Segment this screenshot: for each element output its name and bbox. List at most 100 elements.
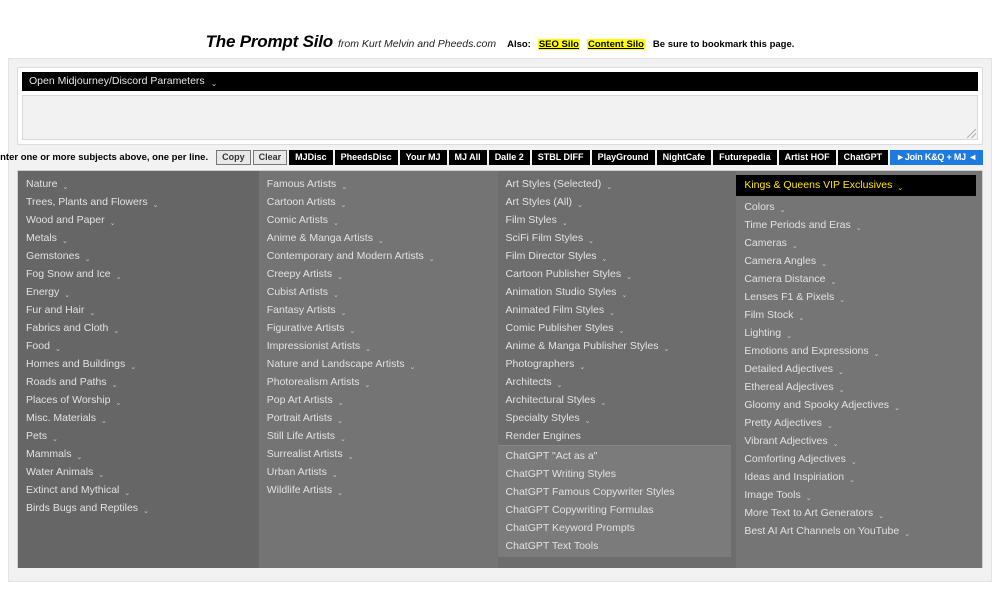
menu-item-nature[interactable]: Nature ⌄ xyxy=(18,175,259,193)
menu-item-architectural-styles[interactable]: Architectural Styles ⌄ xyxy=(498,391,737,409)
menu-item-pets[interactable]: Pets ⌄ xyxy=(18,427,259,445)
toolbar-button-join-k-q-mj[interactable]: ►Join K&Q + MJ ◄ xyxy=(890,149,983,165)
menu-item-anime-manga-publisher-styles[interactable]: Anime & Manga Publisher Styles ⌄ xyxy=(498,337,737,355)
menu-item-photorealism-artists[interactable]: Photorealism Artists ⌄ xyxy=(259,373,498,391)
menu-item-best-ai-art-channels-on-youtube[interactable]: Best AI Art Channels on YouTube ⌄ xyxy=(736,522,982,540)
menu-item-detailed-adjectives[interactable]: Detailed Adjectives ⌄ xyxy=(736,360,982,378)
menu-item-chatgpt-copywriting-formulas[interactable]: ChatGPT Copywriting Formulas xyxy=(498,501,732,519)
menu-item-roads-and-paths[interactable]: Roads and Paths ⌄ xyxy=(18,373,259,391)
toolbar-button-stbl-diff[interactable]: STBL DIFF xyxy=(531,149,590,165)
menu-item-gemstones[interactable]: Gemstones ⌄ xyxy=(18,247,259,265)
menu-item-camera-angles[interactable]: Camera Angles ⌄ xyxy=(736,252,982,270)
menu-item-chatgpt-keyword-prompts[interactable]: ChatGPT Keyword Prompts xyxy=(498,519,732,537)
toolbar-button-artist-hof[interactable]: Artist HOF xyxy=(778,149,836,165)
menu-item-film-director-styles[interactable]: Film Director Styles ⌄ xyxy=(498,247,737,265)
menu-item-wood-and-paper[interactable]: Wood and Paper ⌄ xyxy=(18,211,259,229)
menu-item-extinct-and-mythical[interactable]: Extinct and Mythical ⌄ xyxy=(18,481,259,499)
menu-item-image-tools[interactable]: Image Tools ⌄ xyxy=(736,486,982,504)
toolbar-button-mjdisc[interactable]: MJDisc xyxy=(289,149,333,165)
toolbar-button-playground[interactable]: PlayGround xyxy=(591,149,655,165)
toolbar-button-dalle-2[interactable]: Dalle 2 xyxy=(488,149,530,165)
menu-item-portrait-artists[interactable]: Portrait Artists ⌄ xyxy=(259,409,498,427)
toolbar-button-chatgpt[interactable]: ChatGPT xyxy=(837,149,889,165)
menu-item-colors[interactable]: Colors ⌄ xyxy=(736,198,982,216)
menu-item-animation-studio-styles[interactable]: Animation Studio Styles ⌄ xyxy=(498,283,737,301)
menu-item-photographers[interactable]: Photographers ⌄ xyxy=(498,355,737,373)
content-silo-link[interactable]: Content Silo xyxy=(586,39,645,50)
toolbar-button-your-mj[interactable]: Your MJ xyxy=(399,149,447,165)
menu-item-fabrics-and-cloth[interactable]: Fabrics and Cloth ⌄ xyxy=(18,319,259,337)
menu-item-kings-queens-vip-exclusives[interactable]: Kings & Queens VIP Exclusives ⌄ xyxy=(736,175,976,196)
menu-item-contemporary-and-modern-artists[interactable]: Contemporary and Modern Artists ⌄ xyxy=(259,247,498,265)
menu-item-film-styles[interactable]: Film Styles ⌄ xyxy=(498,211,737,229)
menu-item-gloomy-and-spooky-adjectives[interactable]: Gloomy and Spooky Adjectives ⌄ xyxy=(736,396,982,414)
menu-item-specialty-styles[interactable]: Specialty Styles ⌄ xyxy=(498,409,737,427)
subjects-textarea[interactable] xyxy=(22,95,978,140)
menu-item-mammals[interactable]: Mammals ⌄ xyxy=(18,445,259,463)
chevron-down-icon: ⌄ xyxy=(855,224,862,232)
menu-item-energy[interactable]: Energy ⌄ xyxy=(18,283,259,301)
menu-item-cartoon-artists[interactable]: Cartoon Artists ⌄ xyxy=(259,193,498,211)
menu-item-metals[interactable]: Metals ⌄ xyxy=(18,229,259,247)
menu-item-camera-distance[interactable]: Camera Distance ⌄ xyxy=(736,270,982,288)
menu-item-birds-bugs-and-reptiles[interactable]: Birds Bugs and Reptiles ⌄ xyxy=(18,499,259,517)
toolbar-button-clear[interactable]: Clear xyxy=(252,149,288,165)
menu-item-chatgpt-famous-copywriter-styles[interactable]: ChatGPT Famous Copywriter Styles xyxy=(498,483,732,501)
menu-item-homes-and-buildings[interactable]: Homes and Buildings ⌄ xyxy=(18,355,259,373)
menu-item-architects[interactable]: Architects ⌄ xyxy=(498,373,737,391)
menu-item-food[interactable]: Food ⌄ xyxy=(18,337,259,355)
toolbar-button-nightcafe[interactable]: NightCafe xyxy=(656,149,712,165)
menu-item-creepy-artists[interactable]: Creepy Artists ⌄ xyxy=(259,265,498,283)
menu-item-time-periods-and-eras[interactable]: Time Periods and Eras ⌄ xyxy=(736,216,982,234)
menu-item-ethereal-adjectives[interactable]: Ethereal Adjectives ⌄ xyxy=(736,378,982,396)
menu-item-comic-publisher-styles[interactable]: Comic Publisher Styles ⌄ xyxy=(498,319,737,337)
menu-item-cameras[interactable]: Cameras ⌄ xyxy=(736,234,982,252)
menu-item-water-animals[interactable]: Water Animals ⌄ xyxy=(18,463,259,481)
menu-item-render-engines[interactable]: Render Engines xyxy=(498,427,737,445)
menu-item-still-life-artists[interactable]: Still Life Artists ⌄ xyxy=(259,427,498,445)
toolbar-button-copy[interactable]: Copy xyxy=(216,149,251,165)
toolbar-button-mj-all[interactable]: MJ All xyxy=(448,149,487,165)
menu-item-vibrant-adjectives[interactable]: Vibrant Adjectives ⌄ xyxy=(736,432,982,450)
menu-item-fog-snow-and-ice[interactable]: Fog Snow and Ice ⌄ xyxy=(18,265,259,283)
resize-handle-icon[interactable] xyxy=(967,129,976,138)
menu-item-lenses-f1-pixels[interactable]: Lenses F1 & Pixels ⌄ xyxy=(736,288,982,306)
menu-item-comforting-adjectives[interactable]: Comforting Adjectives ⌄ xyxy=(736,450,982,468)
menu-item-famous-artists[interactable]: Famous Artists ⌄ xyxy=(259,175,498,193)
chevron-down-icon: ⌄ xyxy=(152,201,159,209)
menu-item-anime-manga-artists[interactable]: Anime & Manga Artists ⌄ xyxy=(259,229,498,247)
menu-item-chatgpt-text-tools[interactable]: ChatGPT Text Tools xyxy=(498,537,732,555)
menu-item-surrealist-artists[interactable]: Surrealist Artists ⌄ xyxy=(259,445,498,463)
menu-item-chatgpt-act-as-a[interactable]: ChatGPT "Act as a" xyxy=(498,447,732,465)
menu-item-nature-and-landscape-artists[interactable]: Nature and Landscape Artists ⌄ xyxy=(259,355,498,373)
menu-item-places-of-worship[interactable]: Places of Worship ⌄ xyxy=(18,391,259,409)
menu-item-pretty-adjectives[interactable]: Pretty Adjectives ⌄ xyxy=(736,414,982,432)
menu-item-pop-art-artists[interactable]: Pop Art Artists ⌄ xyxy=(259,391,498,409)
menu-item-fur-and-hair[interactable]: Fur and Hair ⌄ xyxy=(18,301,259,319)
menu-item-film-stock[interactable]: Film Stock ⌄ xyxy=(736,306,982,324)
menu-item-ideas-and-inspiriation[interactable]: Ideas and Inspiriation ⌄ xyxy=(736,468,982,486)
menu-item-fantasy-artists[interactable]: Fantasy Artists ⌄ xyxy=(259,301,498,319)
menu-item-label: Gloomy and Spooky Adjectives xyxy=(744,398,890,411)
seo-silo-link[interactable]: SEO Silo xyxy=(537,39,580,50)
menu-item-art-styles-selected[interactable]: Art Styles (Selected) ⌄ xyxy=(498,175,737,193)
menu-item-misc-materials[interactable]: Misc. Materials ⌄ xyxy=(18,409,259,427)
toolbar-button-pheedsdisc[interactable]: PheedsDisc xyxy=(334,149,398,165)
menu-item-trees-plants-and-flowers[interactable]: Trees, Plants and Flowers ⌄ xyxy=(18,193,259,211)
menu-item-comic-artists[interactable]: Comic Artists ⌄ xyxy=(259,211,498,229)
open-parameters-bar[interactable]: Open Midjourney/Discord Parameters ⌄ xyxy=(22,72,978,91)
menu-item-animated-film-styles[interactable]: Animated Film Styles ⌄ xyxy=(498,301,737,319)
menu-item-cubist-artists[interactable]: Cubist Artists ⌄ xyxy=(259,283,498,301)
menu-item-art-styles-all[interactable]: Art Styles (All) ⌄ xyxy=(498,193,737,211)
menu-item-more-text-to-art-generators[interactable]: More Text to Art Generators ⌄ xyxy=(736,504,982,522)
menu-item-scifi-film-styles[interactable]: SciFi Film Styles ⌄ xyxy=(498,229,737,247)
menu-item-wildlife-artists[interactable]: Wildlife Artists ⌄ xyxy=(259,481,498,499)
menu-item-chatgpt-writing-styles[interactable]: ChatGPT Writing Styles xyxy=(498,465,732,483)
menu-item-emotions-and-expressions[interactable]: Emotions and Expressions ⌄ xyxy=(736,342,982,360)
menu-item-figurative-artists[interactable]: Figurative Artists ⌄ xyxy=(259,319,498,337)
menu-item-lighting[interactable]: Lighting ⌄ xyxy=(736,324,982,342)
menu-item-cartoon-publisher-styles[interactable]: Cartoon Publisher Styles ⌄ xyxy=(498,265,737,283)
menu-item-urban-artists[interactable]: Urban Artists ⌄ xyxy=(259,463,498,481)
menu-item-impressionist-artists[interactable]: Impressionist Artists ⌄ xyxy=(259,337,498,355)
toolbar-button-futurepedia[interactable]: Futurepedia xyxy=(713,149,777,165)
